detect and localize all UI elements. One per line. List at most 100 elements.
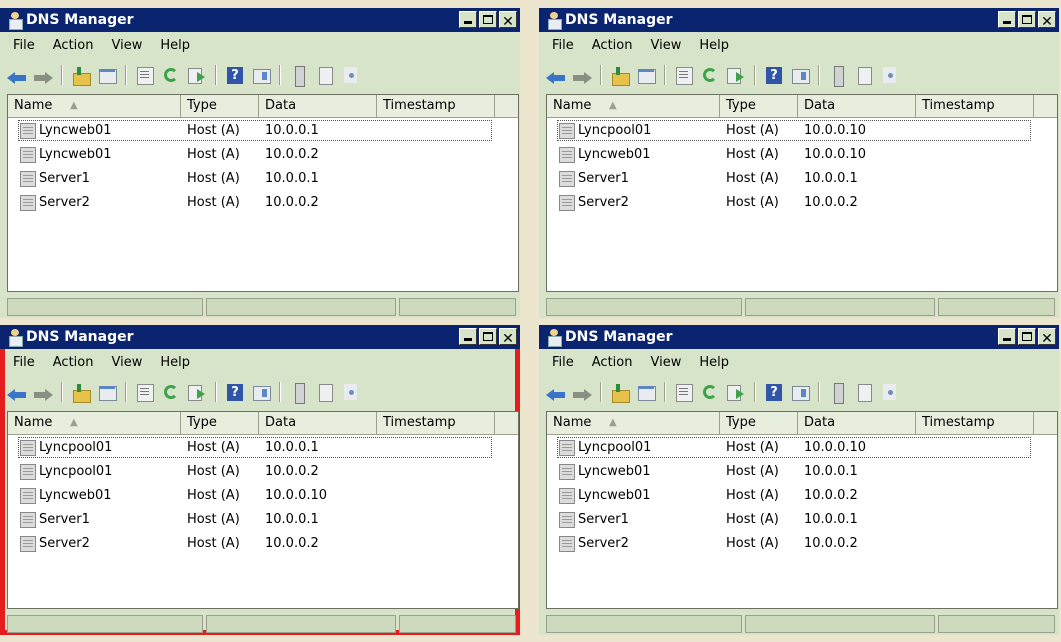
minimize-button[interactable] <box>459 11 477 28</box>
column-header-name[interactable]: Name ▲ <box>8 95 181 117</box>
dns-manager-window[interactable]: DNS Manager ✕ File Action View Help? Name ▲ Type… <box>0 8 520 318</box>
records-list[interactable]: Name ▲ Type Data Timestamp Lyncpool01 Host (A)… <box>7 411 519 609</box>
back-arrow-icon[interactable] <box>545 64 567 86</box>
export-list-icon[interactable] <box>725 64 747 86</box>
help-icon[interactable]: ? <box>224 381 246 403</box>
action-pane-icon[interactable] <box>250 64 272 86</box>
menu-action[interactable]: Action <box>583 353 642 373</box>
column-header-name[interactable]: Name ▲ <box>547 95 720 117</box>
file-icon[interactable] <box>853 381 875 403</box>
column-header-timestamp[interactable]: Timestamp <box>377 95 495 117</box>
close-button[interactable]: ✕ <box>499 11 517 30</box>
table-row[interactable]: Lyncweb01 Host (A) 10.0.0.1 <box>8 119 518 143</box>
file-icon[interactable] <box>314 64 336 86</box>
forward-arrow-icon[interactable] <box>32 64 54 86</box>
maximize-button[interactable] <box>479 328 497 345</box>
menu-action[interactable]: Action <box>44 353 103 373</box>
up-folder-icon[interactable] <box>70 64 92 86</box>
column-header-data[interactable]: Data <box>798 412 916 434</box>
server-icon[interactable] <box>827 381 849 404</box>
forward-arrow-icon[interactable] <box>571 64 593 86</box>
menu-view[interactable]: View <box>102 353 151 373</box>
table-row[interactable]: Lyncweb01 Host (A) 10.0.0.1 <box>547 460 1057 484</box>
back-arrow-icon[interactable] <box>6 381 28 403</box>
column-header-type[interactable]: Type <box>181 95 259 117</box>
table-row[interactable]: Lyncpool01 Host (A) 10.0.0.1 <box>8 436 518 460</box>
filter-icon[interactable] <box>879 381 901 403</box>
minimize-button[interactable] <box>998 328 1016 345</box>
table-row[interactable]: Server1 Host (A) 10.0.0.1 <box>8 167 518 191</box>
column-header-type[interactable]: Type <box>181 412 259 434</box>
table-row[interactable]: Server1 Host (A) 10.0.0.1 <box>8 508 518 532</box>
minimize-button[interactable] <box>459 328 477 345</box>
properties-icon[interactable] <box>673 64 695 86</box>
dns-manager-window-selected[interactable]: DNS Manager ✕ File Action View Help? Name ▲ Type… <box>0 325 520 635</box>
up-folder-icon[interactable] <box>609 381 631 403</box>
table-row[interactable]: Server1 Host (A) 10.0.0.1 <box>547 508 1057 532</box>
properties-icon[interactable] <box>134 381 156 403</box>
help-icon[interactable]: ? <box>763 381 785 403</box>
export-list-icon[interactable] <box>725 381 747 403</box>
table-row[interactable]: Lyncpool01 Host (A) 10.0.0.10 <box>547 436 1057 460</box>
console-tree-icon[interactable] <box>635 381 657 403</box>
table-row[interactable]: Lyncweb01 Host (A) 10.0.0.10 <box>547 143 1057 167</box>
menu-help[interactable]: Help <box>690 36 738 56</box>
refresh-icon[interactable] <box>699 381 721 403</box>
column-header-timestamp[interactable]: Timestamp <box>916 95 1034 117</box>
close-button[interactable]: ✕ <box>1038 11 1056 30</box>
menu-action[interactable]: Action <box>583 36 642 56</box>
column-header-name[interactable]: Name ▲ <box>547 412 720 434</box>
title-bar[interactable]: DNS Manager ✕ <box>539 8 1059 32</box>
menu-view[interactable]: View <box>641 36 690 56</box>
column-header-name[interactable]: Name ▲ <box>8 412 181 434</box>
table-row[interactable]: Lyncweb01 Host (A) 10.0.0.10 <box>8 484 518 508</box>
table-row[interactable]: Lyncpool01 Host (A) 10.0.0.10 <box>547 119 1057 143</box>
close-button[interactable]: ✕ <box>499 328 517 347</box>
properties-icon[interactable] <box>673 381 695 403</box>
server-icon[interactable] <box>827 64 849 87</box>
records-list[interactable]: Name ▲ Type Data Timestamp Lyncweb01 Host (A) 1… <box>7 94 519 292</box>
filter-icon[interactable] <box>340 64 362 86</box>
table-row[interactable]: Server2 Host (A) 10.0.0.2 <box>547 532 1057 556</box>
title-bar[interactable]: DNS Manager ✕ <box>0 325 520 349</box>
back-arrow-icon[interactable] <box>545 381 567 403</box>
back-arrow-icon[interactable] <box>6 64 28 86</box>
up-folder-icon[interactable] <box>70 381 92 403</box>
maximize-button[interactable] <box>1018 11 1036 28</box>
menu-help[interactable]: Help <box>690 353 738 373</box>
minimize-button[interactable] <box>998 11 1016 28</box>
close-button[interactable]: ✕ <box>1038 328 1056 347</box>
table-row[interactable]: Lyncweb01 Host (A) 10.0.0.2 <box>547 484 1057 508</box>
console-tree-icon[interactable] <box>96 64 118 86</box>
dns-manager-window[interactable]: DNS Manager ✕ File Action View Help? Name ▲ Type… <box>539 8 1059 318</box>
table-row[interactable]: Server2 Host (A) 10.0.0.2 <box>8 191 518 215</box>
menu-file[interactable]: File <box>4 36 44 56</box>
table-row[interactable]: Lyncpool01 Host (A) 10.0.0.2 <box>8 460 518 484</box>
maximize-button[interactable] <box>1018 328 1036 345</box>
help-icon[interactable]: ? <box>224 64 246 86</box>
table-row[interactable]: Server2 Host (A) 10.0.0.2 <box>547 191 1057 215</box>
title-bar[interactable]: DNS Manager ✕ <box>0 8 520 32</box>
column-header-data[interactable]: Data <box>259 95 377 117</box>
refresh-icon[interactable] <box>160 64 182 86</box>
column-header-timestamp[interactable]: Timestamp <box>377 412 495 434</box>
forward-arrow-icon[interactable] <box>571 381 593 403</box>
menu-action[interactable]: Action <box>44 36 103 56</box>
menu-view[interactable]: View <box>641 353 690 373</box>
forward-arrow-icon[interactable] <box>32 381 54 403</box>
file-icon[interactable] <box>853 64 875 86</box>
action-pane-icon[interactable] <box>789 381 811 403</box>
server-icon[interactable] <box>288 381 310 404</box>
menu-file[interactable]: File <box>543 353 583 373</box>
dns-manager-window[interactable]: DNS Manager ✕ File Action View Help? Name ▲ Type… <box>539 325 1059 635</box>
maximize-button[interactable] <box>479 11 497 28</box>
column-header-data[interactable]: Data <box>798 95 916 117</box>
column-header-data[interactable]: Data <box>259 412 377 434</box>
console-tree-icon[interactable] <box>96 381 118 403</box>
records-list[interactable]: Name ▲ Type Data Timestamp Lyncpool01 Host (A)… <box>546 94 1058 292</box>
filter-icon[interactable] <box>340 381 362 403</box>
up-folder-icon[interactable] <box>609 64 631 86</box>
console-tree-icon[interactable] <box>635 64 657 86</box>
table-row[interactable]: Server1 Host (A) 10.0.0.1 <box>547 167 1057 191</box>
file-icon[interactable] <box>314 381 336 403</box>
